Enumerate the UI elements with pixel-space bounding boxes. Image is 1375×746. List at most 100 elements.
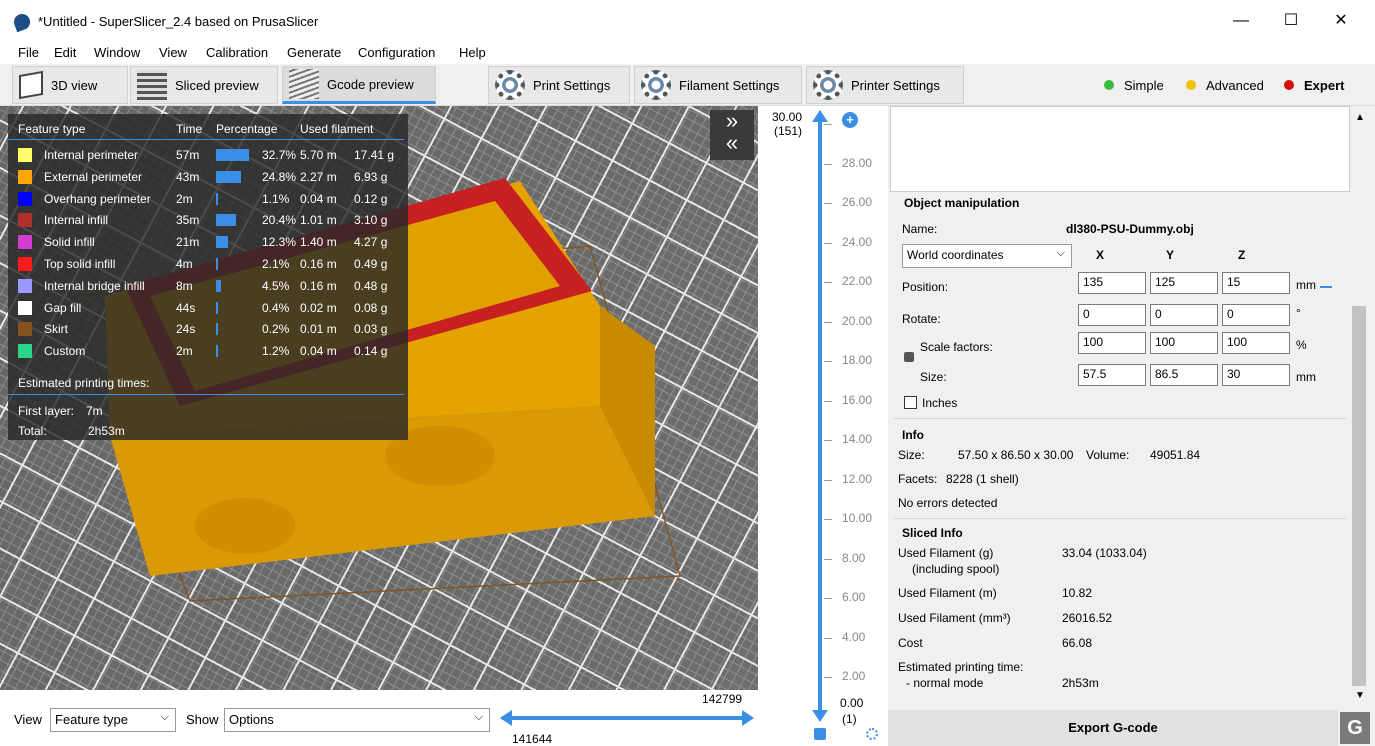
layers-icon <box>137 70 167 100</box>
sliced-info-label: Used Filament (g) <box>898 546 994 560</box>
add-color-change-icon[interactable]: + <box>842 112 858 128</box>
legend-percentage: 24.8% <box>262 169 297 184</box>
scroll-up-icon[interactable]: ▲ <box>1355 112 1365 123</box>
position-y-field[interactable]: 125 <box>1150 272 1218 294</box>
layer-tick-mark <box>824 479 832 481</box>
lock-icon[interactable] <box>814 728 826 740</box>
legend-time: 8m <box>176 278 193 293</box>
settings-cog-icon[interactable] <box>866 728 878 740</box>
drop-to-bed-icon[interactable] <box>1320 278 1332 288</box>
sidebar-scrollbar[interactable]: ▲ ▼ <box>1350 106 1368 706</box>
legend-feature-name: Gap fill <box>44 300 82 315</box>
scale-lock-icon[interactable] <box>904 352 914 362</box>
send-gcode-icon[interactable]: G <box>1340 712 1370 744</box>
object-list[interactable] <box>890 106 1350 192</box>
legend-percentage: 0.4% <box>262 300 290 315</box>
mode-simple-label: Simple <box>1124 77 1164 93</box>
tab-3d-view[interactable]: 3D view <box>12 66 128 104</box>
coordinates-select[interactable]: World coordinates ⌵ <box>902 244 1072 268</box>
layer-tick-label: 14.00 <box>842 432 873 446</box>
layer-slider-panel: 30.00 (151) + 28.00 26.00 24.00 22.00 20.00 1… <box>758 106 888 746</box>
layer-tick-mark <box>824 321 832 323</box>
layer-tick-label: 22.00 <box>842 274 873 288</box>
rotate-label: Rotate: <box>902 312 941 326</box>
view-type-value: Feature type <box>55 712 128 727</box>
menu-configuration[interactable]: Configuration <box>358 45 435 60</box>
tab-print-settings[interactable]: Print Settings <box>488 66 630 104</box>
menu-view[interactable]: View <box>159 45 187 60</box>
rotate-x-field[interactable]: 0 <box>1078 304 1146 326</box>
tab-sliced-preview[interactable]: Sliced preview <box>130 66 278 104</box>
collapse-sidebar-button[interactable]: » « <box>710 110 754 160</box>
size-z-field[interactable]: 30 <box>1222 364 1290 386</box>
tab-bar: 3D view Sliced preview Gcode preview Pri… <box>0 64 1375 106</box>
h-slider-left-handle[interactable] <box>500 710 512 726</box>
layer-top-handle[interactable] <box>812 110 828 122</box>
menu-edit[interactable]: Edit <box>54 45 76 60</box>
mode-advanced-button[interactable]: Advanced <box>1186 72 1264 98</box>
size-x-field[interactable]: 57.5 <box>1078 364 1146 386</box>
first-layer-label: First layer: <box>18 404 75 418</box>
scrollbar-thumb[interactable] <box>1352 306 1366 686</box>
menu-generate[interactable]: Generate <box>287 45 341 60</box>
show-options-select[interactable]: Options ⌵ <box>224 708 490 732</box>
scale-z-field[interactable]: 100 <box>1222 332 1290 354</box>
legend-feature-name: Internal infill <box>44 213 109 228</box>
close-button[interactable]: ✕ <box>1318 6 1364 36</box>
menu-window[interactable]: Window <box>94 45 140 60</box>
scale-x-field[interactable]: 100 <box>1078 332 1146 354</box>
tab-gcode-preview[interactable]: Gcode preview <box>282 66 436 104</box>
simple-dot-icon <box>1104 80 1114 90</box>
layer-bottom-handle[interactable] <box>812 710 828 722</box>
legend-time: 2m <box>176 344 193 359</box>
maximize-button[interactable]: ☐ <box>1268 6 1314 36</box>
rotate-z-field[interactable]: 0 <box>1222 304 1290 326</box>
scale-y-field[interactable]: 100 <box>1150 332 1218 354</box>
total-value: 2h53m <box>88 424 125 438</box>
layer-tick-label: 16.00 <box>842 392 873 407</box>
menu-help[interactable]: Help <box>459 45 486 60</box>
sliced-info-value: 33.04 (1033.04) <box>1062 546 1147 560</box>
menu-file[interactable]: File <box>18 45 39 60</box>
menu-calibration[interactable]: Calibration <box>206 45 268 60</box>
minimize-button[interactable]: — <box>1218 6 1264 36</box>
position-unit: mm <box>1296 278 1316 292</box>
legend-row: Skirt 24s 0.2% 0.01 m 0.03 g <box>8 318 408 340</box>
layer-bottom-value: 0.00 <box>840 696 864 710</box>
legend-percentage: 12.3% <box>262 235 297 250</box>
tab-printer-settings[interactable]: Printer Settings <box>806 66 964 104</box>
show-label: Show <box>186 712 219 727</box>
layer-tick-label: 8.00 <box>842 550 866 565</box>
size-label: Size: <box>920 370 947 384</box>
layer-tick-label: 10.00 <box>842 511 873 525</box>
scroll-down-icon[interactable]: ▼ <box>1355 690 1365 701</box>
legend-percentage-bar <box>216 149 249 161</box>
position-x-field[interactable]: 135 <box>1078 272 1146 294</box>
tab-filament-settings[interactable]: Filament Settings <box>634 66 802 104</box>
position-z-field[interactable]: 15 <box>1222 272 1290 294</box>
layer-tick-label: 12.00 <box>842 471 873 486</box>
view-type-select[interactable]: Feature type ⌵ <box>50 708 176 732</box>
legend-time: 4m <box>176 257 193 271</box>
mode-expert-button[interactable]: Expert <box>1284 72 1344 98</box>
legend-feature-name: Internal perimeter <box>44 148 139 162</box>
rotate-unit: ° <box>1296 306 1301 320</box>
legend-feature-name: Skirt <box>44 322 68 337</box>
rotate-y-field[interactable]: 0 <box>1150 304 1218 326</box>
h-slider-right-handle[interactable] <box>742 710 754 726</box>
gcode-layers-icon <box>289 69 319 99</box>
info-errors: No errors detected <box>898 496 998 510</box>
legend-length: 0.01 m <box>300 322 337 337</box>
horizontal-move-slider[interactable] <box>502 716 750 720</box>
mode-simple-button[interactable]: Simple <box>1104 72 1164 98</box>
legend-percentage-bar <box>216 192 218 205</box>
feature-legend: Feature type Time Percentage Used filame… <box>8 114 408 440</box>
size-y-field[interactable]: 86.5 <box>1150 364 1218 386</box>
legend-length: 0.02 m <box>300 300 337 315</box>
inches-checkbox[interactable] <box>904 396 917 409</box>
legend-time: 35m <box>176 213 200 228</box>
layer-tick-label: 24.00 <box>842 234 873 249</box>
gcode-3d-viewport[interactable]: Feature type Time Percentage Used filame… <box>0 106 758 690</box>
export-gcode-button[interactable]: Export G-code <box>888 710 1338 746</box>
layer-slider-track[interactable] <box>818 118 822 718</box>
